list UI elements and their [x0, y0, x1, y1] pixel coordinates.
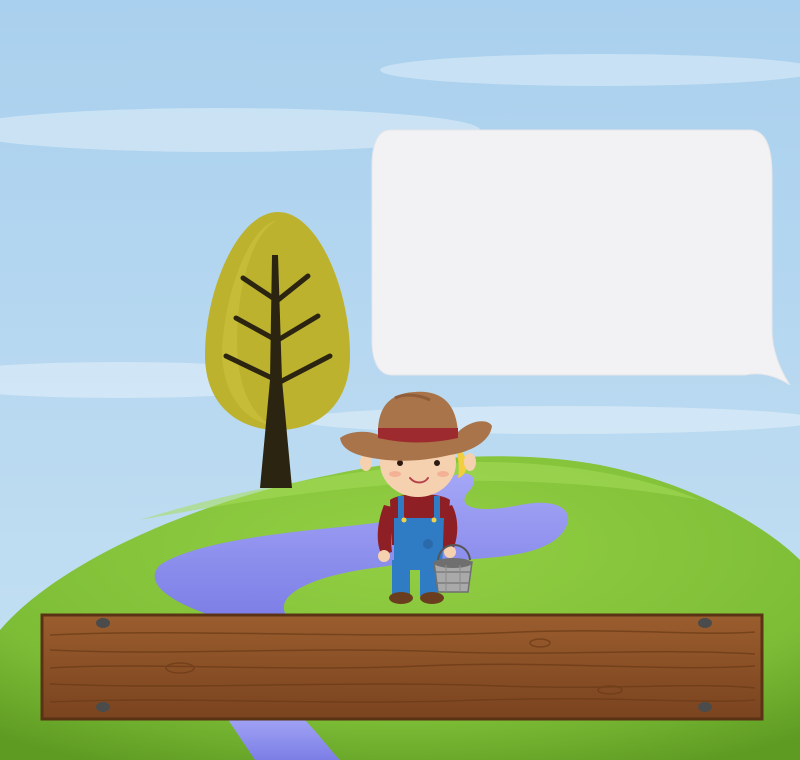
game-scene	[0, 0, 800, 760]
sign-text	[60, 630, 750, 700]
speech-bubble-text	[395, 150, 750, 350]
